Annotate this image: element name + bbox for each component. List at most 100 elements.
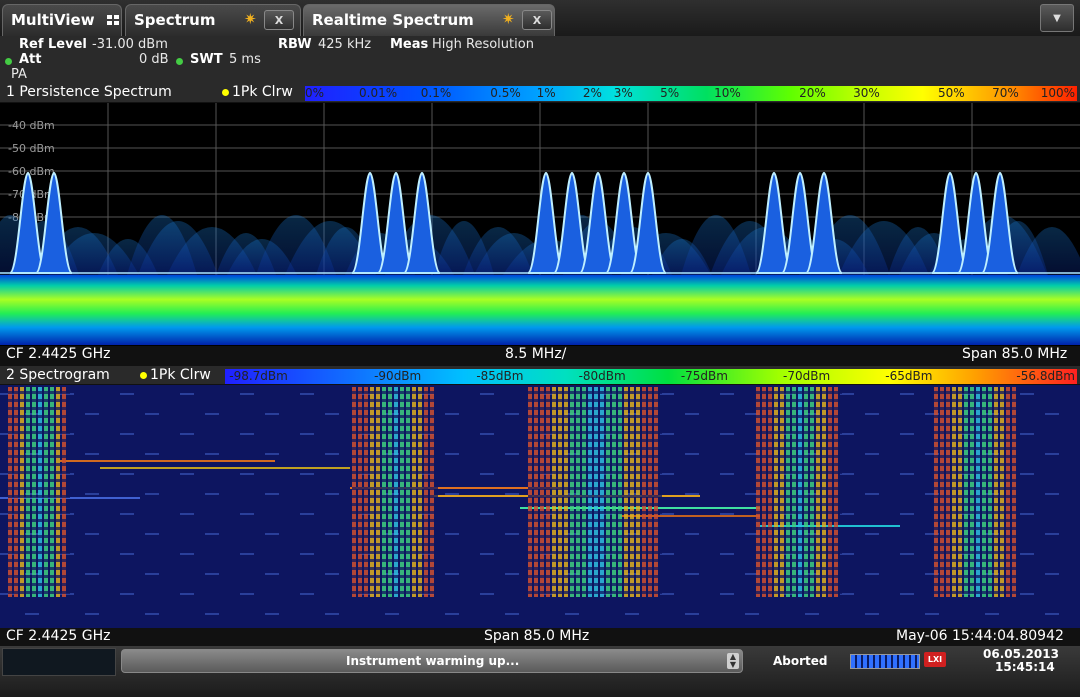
channel-gap xyxy=(352,503,438,506)
lxi-icon: LXI xyxy=(924,652,946,667)
channel-column xyxy=(394,387,398,597)
channel-column xyxy=(636,387,640,597)
persistence-scale-label: 20% xyxy=(799,86,826,100)
channel-column xyxy=(594,387,598,597)
noise-mark xyxy=(85,453,99,455)
channel-column xyxy=(988,387,992,597)
y-tick-label: -60 dBm xyxy=(8,165,55,178)
noise-mark xyxy=(720,393,734,395)
noise-mark xyxy=(1045,413,1059,415)
noise-mark xyxy=(900,393,914,395)
spectrogram-center-frequency: CF 2.4425 GHz xyxy=(6,628,111,644)
channel-column xyxy=(582,387,586,597)
channel-gap xyxy=(352,479,438,482)
spectrogram-channel xyxy=(352,387,438,597)
spectrogram-timestamp: May-06 15:44:04.80942 xyxy=(896,628,1064,644)
channel-gap xyxy=(528,399,662,402)
channel-gap xyxy=(8,495,70,498)
close-tab-spectrum-button[interactable]: X xyxy=(264,10,294,30)
persistence-spectrum-plot: -40 dBm-50 dBm-60 dBm-70 dBm-80 dBm xyxy=(0,103,1080,346)
noise-mark xyxy=(265,573,279,575)
tab-spectrum[interactable]: Spectrum ✷ X xyxy=(125,4,301,36)
noise-mark xyxy=(840,553,854,555)
ref-level-value: -31.00 dBm xyxy=(92,37,168,52)
close-tab-realtime-button[interactable]: X xyxy=(522,10,552,30)
rbw-label: RBW xyxy=(278,37,312,52)
spectrogram-scale-label: -90dBm xyxy=(374,369,422,383)
spectrogram-color-scale: -98.7dBm -90dBm -85dBm -80dBm -75dBm -70dBm -6… xyxy=(225,369,1077,384)
noise-mark xyxy=(840,473,854,475)
channel-gap xyxy=(8,511,70,514)
noise-mark xyxy=(120,473,134,475)
channel-gap xyxy=(528,567,662,570)
spectrogram-scale-label: -65dBm xyxy=(885,369,933,383)
noise-mark xyxy=(480,593,494,595)
noise-mark xyxy=(265,613,279,615)
channel-gap xyxy=(756,575,842,578)
channel-column xyxy=(822,387,826,597)
ref-level-label: Ref Level xyxy=(19,37,87,52)
noise-mark xyxy=(480,513,494,515)
channel-gap xyxy=(934,527,1018,530)
persistence-title: 1 Persistence Spectrum xyxy=(6,84,172,100)
noise-mark xyxy=(145,453,159,455)
channel-gap xyxy=(756,447,842,450)
channel-gap xyxy=(756,423,842,426)
channel-gap xyxy=(528,583,662,586)
channel-gap xyxy=(756,407,842,410)
channel-column xyxy=(756,387,760,597)
channel-gap xyxy=(352,407,438,410)
dropdown-menu-button[interactable]: ▼ xyxy=(1040,4,1074,32)
tab-multiview[interactable]: MultiView xyxy=(2,4,122,36)
channel-gap xyxy=(352,431,438,434)
channel-gap xyxy=(352,527,438,530)
noise-mark xyxy=(660,593,674,595)
noise-mark xyxy=(240,593,254,595)
channel-column xyxy=(430,387,434,597)
noise-mark xyxy=(625,613,639,615)
channel-gap xyxy=(8,551,70,554)
tab-realtime-spectrum[interactable]: Realtime Spectrum ✷ X xyxy=(303,4,555,36)
channel-gap xyxy=(528,439,662,442)
noise-mark xyxy=(1045,573,1059,575)
spectrogram-title: 2 Spectrogram xyxy=(6,367,110,383)
channel-gap xyxy=(8,479,70,482)
noise-mark xyxy=(840,593,854,595)
y-tick-label: -40 dBm xyxy=(8,119,55,132)
noise-mark xyxy=(840,393,854,395)
channel-column xyxy=(1000,387,1004,597)
noise-mark xyxy=(720,433,734,435)
status-message: Instrument warming up... xyxy=(346,654,520,668)
spectrogram-scale-label: -80dBm xyxy=(578,369,626,383)
channel-column xyxy=(62,387,66,597)
channel-column xyxy=(976,387,980,597)
channel-gap xyxy=(352,559,438,562)
noise-mark xyxy=(205,613,219,615)
channel-gap xyxy=(352,487,438,490)
noise-mark xyxy=(900,433,914,435)
channel-gap xyxy=(528,423,662,426)
noise-mark xyxy=(385,613,399,615)
status-message-field[interactable]: Instrument warming up... ▲ ▼ xyxy=(121,649,743,673)
spectrogram-scale-label: -98.7dBm xyxy=(229,369,288,383)
noise-mark xyxy=(720,553,734,555)
scroll-arrows-icon[interactable]: ▲ ▼ xyxy=(727,653,739,669)
star-icon: ✷ xyxy=(502,10,515,28)
att-label: Att xyxy=(19,52,42,67)
noise-mark xyxy=(205,453,219,455)
noise-mark xyxy=(205,493,219,495)
noise-mark xyxy=(1020,473,1034,475)
noise-mark xyxy=(1045,453,1059,455)
noise-mark xyxy=(505,613,519,615)
channel-column xyxy=(20,387,24,597)
channel-gap xyxy=(528,575,662,578)
channel-column xyxy=(768,387,772,597)
channel-gap xyxy=(8,471,70,474)
noise-mark xyxy=(720,513,734,515)
status-date: 06.05.2013 xyxy=(983,647,1059,661)
noise-mark xyxy=(840,513,854,515)
channel-column xyxy=(50,387,54,597)
channel-gap xyxy=(756,487,842,490)
noise-mark xyxy=(240,393,254,395)
noise-mark xyxy=(900,593,914,595)
